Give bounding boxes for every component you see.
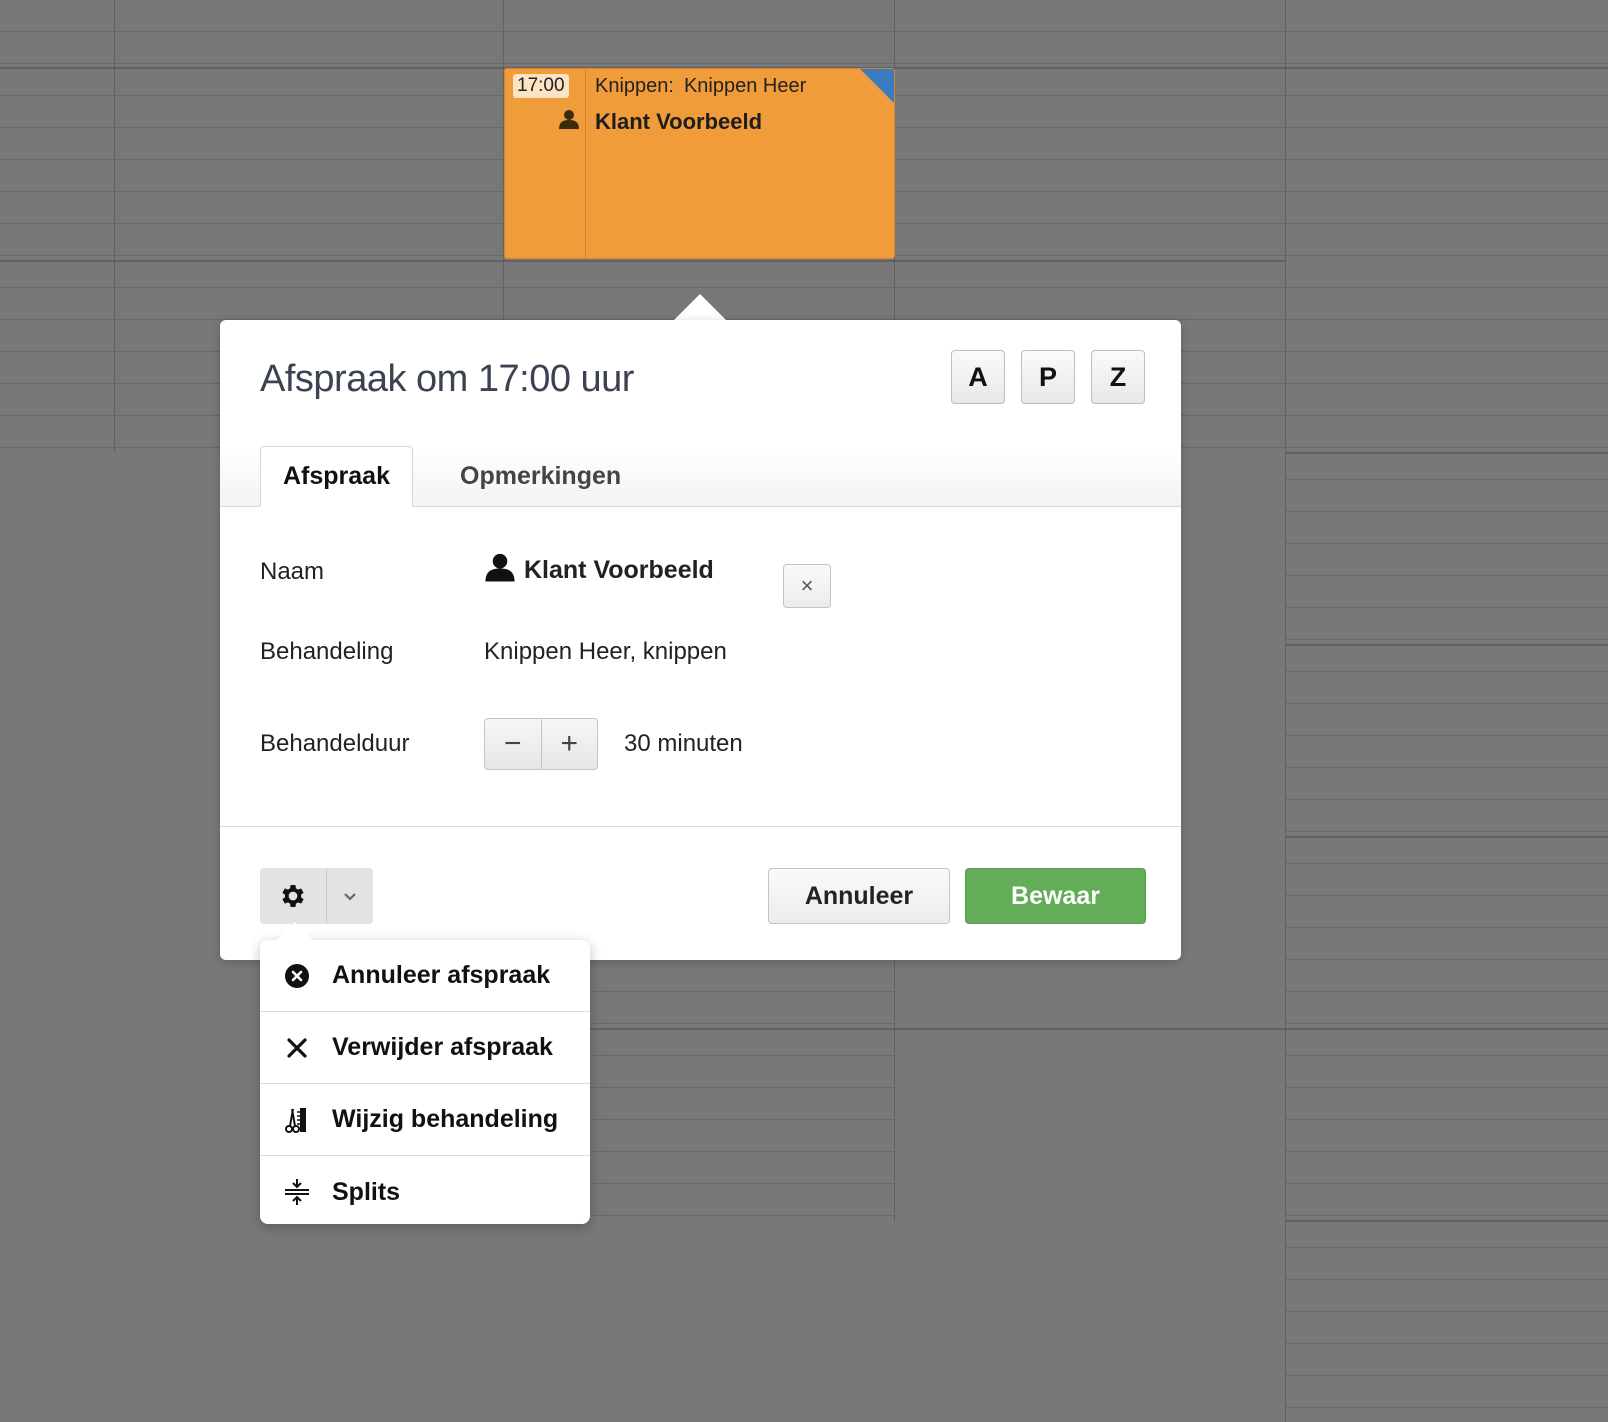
hour-divider xyxy=(0,260,1285,262)
chevron-down-icon[interactable] xyxy=(327,868,373,924)
actions-split-button[interactable] xyxy=(260,868,373,924)
letter-button-p[interactable]: P xyxy=(1021,350,1075,404)
menu-item-label: Wijzig behandeling xyxy=(332,1105,559,1133)
treatment-value: Knippen Heer, knippen xyxy=(484,638,727,665)
tab-afspraak[interactable]: Afspraak xyxy=(260,446,413,507)
calendar-day-column-4[interactable] xyxy=(1286,0,1608,1422)
person-icon xyxy=(558,109,580,134)
appointment-title: Knippen: Knippen Heer xyxy=(595,75,806,98)
appointment-popup: Afspraak om 17:00 uur A P Z Afspraak Opm… xyxy=(220,320,1181,960)
name-label: Naam xyxy=(260,558,325,585)
menu-pointer xyxy=(277,922,313,940)
hour-divider xyxy=(504,1028,1608,1030)
hour-divider xyxy=(1286,1220,1608,1222)
appointment-block[interactable]: 17:00 Knippen: Knippen Heer Klant Voorbee… xyxy=(504,68,895,259)
grid-divider xyxy=(1285,0,1286,1422)
menu-item-label: Verwijder afspraak xyxy=(332,1033,553,1061)
appointment-client: Klant Voorbeeld xyxy=(595,109,763,134)
popup-title: Afspraak om 17:00 uur xyxy=(260,358,634,400)
split-icon xyxy=(284,1179,310,1205)
duration-increase-button[interactable]: + xyxy=(542,719,598,769)
cancel-button[interactable]: Annuleer xyxy=(768,868,950,924)
menu-item-change-treatment[interactable]: Wijzig behandeling xyxy=(260,1084,590,1156)
actions-menu: Annuleer afspraak Verwijder afspraak Wij… xyxy=(260,940,590,1224)
hour-divider xyxy=(1286,836,1608,838)
close-icon xyxy=(284,1035,310,1061)
gear-icon[interactable] xyxy=(260,868,327,924)
hour-divider xyxy=(1286,452,1608,454)
menu-item-label: Splits xyxy=(332,1177,401,1206)
menu-item-label: Annuleer afspraak xyxy=(332,961,551,989)
menu-item-cancel-appointment[interactable]: Annuleer afspraak xyxy=(260,940,590,1012)
save-button[interactable]: Bewaar xyxy=(965,868,1146,924)
letter-button-group: A P Z xyxy=(951,350,1145,404)
scissors-comb-icon xyxy=(284,1107,310,1133)
duration-decrease-button[interactable]: − xyxy=(485,719,542,769)
menu-item-delete-appointment[interactable]: Verwijder afspraak xyxy=(260,1012,590,1084)
tab-opmerkingen[interactable]: Opmerkingen xyxy=(438,446,643,506)
clear-client-button[interactable]: × xyxy=(783,564,831,608)
cancel-circle-icon xyxy=(284,963,310,989)
appointment-time: 17:00 xyxy=(513,74,569,98)
duration-label: Behandelduur xyxy=(260,730,410,757)
popup-pointer xyxy=(674,294,726,320)
client-name-text: Klant Voorbeeld xyxy=(524,556,714,584)
tab-bar: Afspraak Opmerkingen xyxy=(220,446,1181,507)
footer-divider xyxy=(220,826,1181,827)
person-icon xyxy=(484,552,516,589)
status-corner-marker xyxy=(860,69,894,103)
appointment-treatment: Knippen Heer xyxy=(683,75,807,97)
letter-button-z[interactable]: Z xyxy=(1091,350,1145,404)
duration-stepper: − + xyxy=(484,718,598,770)
client-name-value[interactable]: Klant Voorbeeld xyxy=(484,552,714,589)
appointment-category: Knippen: xyxy=(595,75,674,97)
treatment-label: Behandeling xyxy=(260,638,394,665)
duration-value: 30 minuten xyxy=(624,730,743,757)
letter-button-a[interactable]: A xyxy=(951,350,1005,404)
menu-item-split[interactable]: Splits xyxy=(260,1156,590,1224)
hour-divider xyxy=(1286,644,1608,646)
